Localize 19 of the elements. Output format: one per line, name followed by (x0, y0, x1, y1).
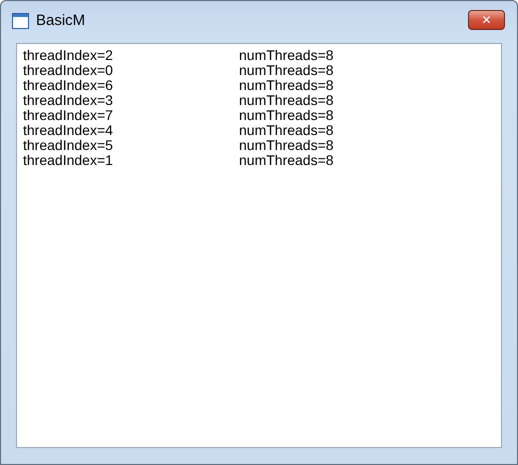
list-text: numThreads=8 (239, 108, 334, 123)
list-text: threadIndex=1 (23, 153, 114, 168)
list-text: numThreads=8 (239, 138, 334, 153)
list-text: threadIndex=3 (23, 93, 114, 108)
list-text: threadIndex=7 (23, 108, 114, 123)
list-text: numThreads=8 (239, 123, 334, 138)
list-text: numThreads=8 (239, 63, 334, 78)
list-text: threadIndex=5 (23, 138, 114, 153)
list-text: threadIndex=6 (23, 78, 114, 93)
close-button[interactable]: ✕ (468, 10, 505, 30)
list-text: threadIndex=0 (23, 63, 114, 78)
list-text: numThreads=8 (239, 48, 334, 63)
list-text: threadIndex=2 (23, 48, 114, 63)
window-title: BasicM (36, 12, 86, 30)
list-text: threadIndex=4 (23, 123, 114, 138)
list-text: numThreads=8 (239, 153, 334, 168)
window-icon (12, 13, 29, 29)
list-text: numThreads=8 (239, 78, 334, 93)
list-text: numThreads=8 (239, 93, 334, 108)
